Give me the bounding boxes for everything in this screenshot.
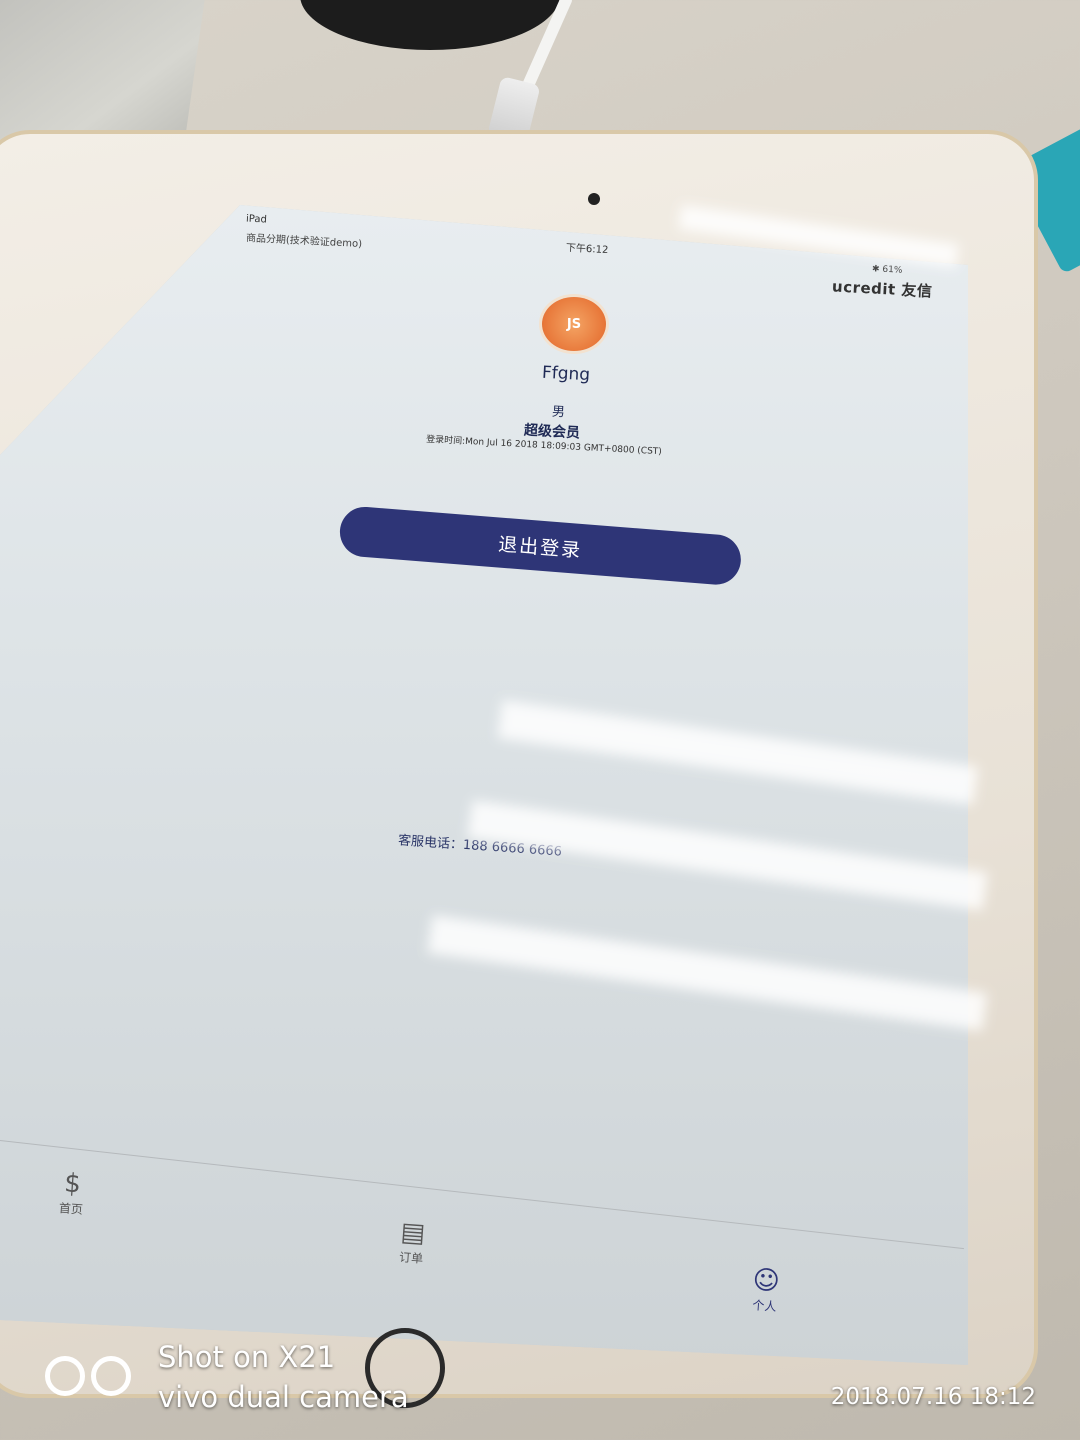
gender: 男: [551, 404, 566, 421]
avatar-initials: JS: [566, 316, 582, 332]
smiley-icon: ☺: [751, 1265, 781, 1297]
watermark-model: Shot on X21: [158, 1340, 336, 1374]
ipad-screen: [0, 205, 968, 1365]
watermark-datetime: 2018.07.16 18:12: [830, 1384, 1036, 1410]
tab-home[interactable]: $ 首页: [58, 1167, 85, 1218]
tab-home-label: 首页: [58, 1201, 84, 1217]
order-list-icon: ▤: [399, 1217, 427, 1249]
tab-profile-label: 个人: [751, 1298, 777, 1314]
tab-profile[interactable]: ☺ 个人: [750, 1264, 781, 1315]
tab-orders[interactable]: ▤ 订单: [398, 1216, 427, 1267]
front-camera: [588, 193, 600, 205]
username: Ffgng: [541, 362, 591, 386]
vivo-logo-icon: [45, 1356, 135, 1400]
status-time: 下午6:12: [565, 242, 609, 257]
status-device: iPad: [245, 213, 268, 226]
money-bag-icon: $: [63, 1168, 82, 1200]
status-battery: ✱ 61%: [871, 264, 903, 276]
avatar[interactable]: JS: [542, 297, 606, 351]
tab-orders-label: 订单: [398, 1250, 424, 1266]
watermark-camera: vivo dual camera: [158, 1380, 409, 1414]
mouse-pad: [300, 0, 560, 50]
